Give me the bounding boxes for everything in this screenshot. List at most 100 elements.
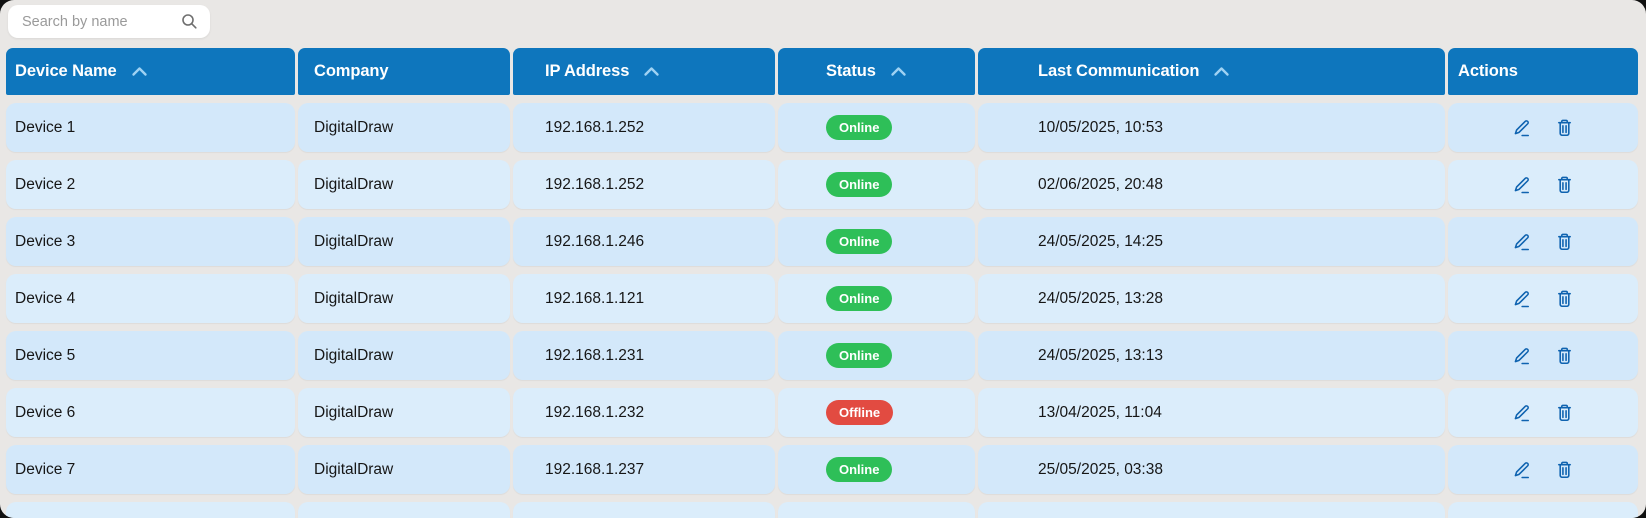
table-body: Device 1 DigitalDraw 192.168.1.252 Onlin… <box>0 103 1646 494</box>
device-name: Device 6 <box>15 404 75 422</box>
last-communication-cell: 10/05/2025, 10:53 <box>978 103 1445 152</box>
last-communication: 13/04/2025, 11:04 <box>1038 404 1162 422</box>
device-name: Device 3 <box>15 233 75 251</box>
search-bar <box>0 0 1646 48</box>
device-name-cell: Device 5 <box>6 331 295 380</box>
edit-button[interactable] <box>1511 345 1532 366</box>
status-badge: Offline <box>826 400 893 425</box>
device-name: Device 4 <box>15 290 75 308</box>
company-cell: DigitalDraw <box>298 388 510 437</box>
search-input[interactable] <box>22 14 181 30</box>
status-badge: Online <box>826 172 892 197</box>
table-row: Device 6 DigitalDraw 192.168.1.232 Offli… <box>0 388 1646 437</box>
ip-address: 192.168.1.231 <box>545 347 644 365</box>
column-header-device-name[interactable]: Device Name <box>6 48 295 95</box>
actions-cell <box>1448 217 1638 266</box>
company: DigitalDraw <box>314 461 393 479</box>
actions-cell <box>1448 331 1638 380</box>
last-communication-cell: 24/05/2025, 13:13 <box>978 331 1445 380</box>
company: DigitalDraw <box>314 404 393 422</box>
pencil-icon <box>1511 459 1532 480</box>
edit-button[interactable] <box>1511 459 1532 480</box>
device-table-page: Device Name Company IP Address Status La… <box>0 0 1646 518</box>
status-badge: Online <box>826 343 892 368</box>
table-row: Device 5 DigitalDraw 192.168.1.231 Onlin… <box>0 331 1646 380</box>
pencil-icon <box>1511 402 1532 423</box>
device-name-cell: Device 1 <box>6 103 295 152</box>
delete-button[interactable] <box>1554 459 1575 480</box>
status-cell: Online <box>778 217 975 266</box>
trash-icon <box>1554 174 1575 195</box>
ip-address-cell: 192.168.1.246 <box>513 217 775 266</box>
ip-address-cell: 192.168.1.237 <box>513 445 775 494</box>
ip-address-cell: 192.168.1.252 <box>513 103 775 152</box>
column-header-actions: Actions <box>1448 48 1638 95</box>
status-cell: Offline <box>778 388 975 437</box>
ip-address-cell: 192.168.1.231 <box>513 331 775 380</box>
edit-button[interactable] <box>1511 402 1532 423</box>
sort-chevron-up-icon <box>1213 66 1230 77</box>
ip-address: 192.168.1.232 <box>545 404 644 422</box>
column-header-last-communication[interactable]: Last Communication <box>978 48 1445 95</box>
company-cell: DigitalDraw <box>298 274 510 323</box>
column-header-label: Actions <box>1458 62 1518 81</box>
status-badge: Online <box>826 229 892 254</box>
edit-button[interactable] <box>1511 117 1532 138</box>
search-icon <box>181 13 198 30</box>
company: DigitalDraw <box>314 290 393 308</box>
company-cell: DigitalDraw <box>298 445 510 494</box>
sort-chevron-up-icon <box>643 66 660 77</box>
company-cell: DigitalDraw <box>298 331 510 380</box>
search-box[interactable] <box>8 5 210 38</box>
status-badge: Online <box>826 286 892 311</box>
device-name: Device 5 <box>15 347 75 365</box>
delete-button[interactable] <box>1554 288 1575 309</box>
actions-cell <box>1448 103 1638 152</box>
edit-button[interactable] <box>1511 288 1532 309</box>
company-cell: DigitalDraw <box>298 103 510 152</box>
actions-cell <box>1448 388 1638 437</box>
ip-address: 192.168.1.252 <box>545 176 644 194</box>
last-communication: 25/05/2025, 03:38 <box>1038 461 1163 479</box>
table-row: Device 1 DigitalDraw 192.168.1.252 Onlin… <box>0 103 1646 152</box>
device-name-cell: Device 3 <box>6 217 295 266</box>
pencil-icon <box>1511 345 1532 366</box>
column-header-ip-address[interactable]: IP Address <box>513 48 775 95</box>
ip-address: 192.168.1.252 <box>545 119 644 137</box>
column-header-status[interactable]: Status <box>778 48 975 95</box>
last-communication-cell: 13/04/2025, 11:04 <box>978 388 1445 437</box>
actions-cell <box>1448 274 1638 323</box>
ip-address-cell: 192.168.1.121 <box>513 274 775 323</box>
ip-address-cell: 192.168.1.232 <box>513 388 775 437</box>
trash-icon <box>1554 117 1575 138</box>
ip-address: 192.168.1.246 <box>545 233 644 251</box>
delete-button[interactable] <box>1554 402 1575 423</box>
sort-chevron-up-icon <box>131 66 148 77</box>
last-communication: 02/06/2025, 20:48 <box>1038 176 1163 194</box>
company: DigitalDraw <box>314 176 393 194</box>
trash-icon <box>1554 345 1575 366</box>
actions-cell <box>1448 160 1638 209</box>
device-name: Device 1 <box>15 119 75 137</box>
edit-button[interactable] <box>1511 231 1532 252</box>
last-communication: 10/05/2025, 10:53 <box>1038 119 1163 137</box>
device-name-cell: Device 7 <box>6 445 295 494</box>
delete-button[interactable] <box>1554 117 1575 138</box>
pencil-icon <box>1511 174 1532 195</box>
status-badge: Online <box>826 457 892 482</box>
column-header-label: Status <box>826 62 876 81</box>
pencil-icon <box>1511 288 1532 309</box>
pencil-icon <box>1511 117 1532 138</box>
edit-button[interactable] <box>1511 174 1532 195</box>
delete-button[interactable] <box>1554 231 1575 252</box>
last-communication: 24/05/2025, 13:13 <box>1038 347 1163 365</box>
table-row: Device 4 DigitalDraw 192.168.1.121 Onlin… <box>0 274 1646 323</box>
delete-button[interactable] <box>1554 345 1575 366</box>
device-name-cell: Device 4 <box>6 274 295 323</box>
last-communication-cell: 02/06/2025, 20:48 <box>978 160 1445 209</box>
column-header-company: Company <box>298 48 510 95</box>
company-cell: DigitalDraw <box>298 217 510 266</box>
actions-cell <box>1448 445 1638 494</box>
delete-button[interactable] <box>1554 174 1575 195</box>
status-badge: Online <box>826 115 892 140</box>
